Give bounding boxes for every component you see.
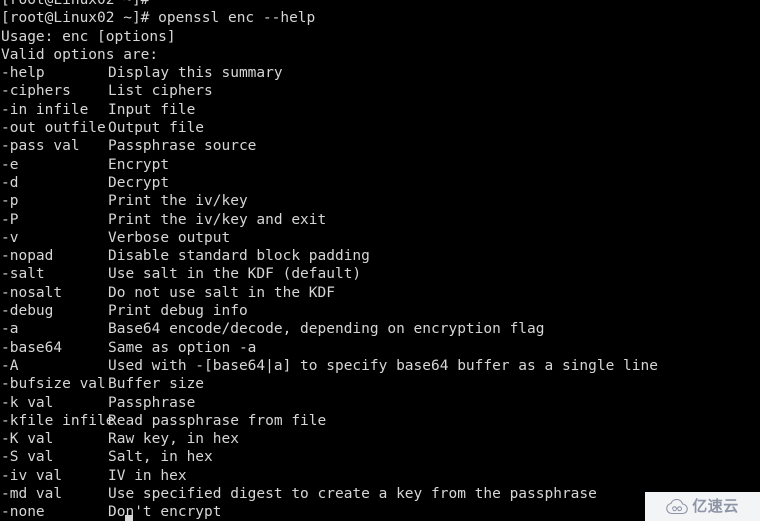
option-description: Input file [108,101,196,118]
option-description: Passphrase source [108,138,257,155]
option-row: -e Encrypt [0,156,760,174]
option-flag: -salt [1,266,45,283]
option-flag: -md val [1,486,63,503]
option-row: -P Print the iv/key and exit [0,211,760,229]
option-row: -in infile Input file [0,101,760,119]
option-description: List ciphers [108,83,213,100]
option-flag: -bufsize val [1,376,106,393]
option-flag: -debug [1,303,54,320]
option-row: -ciphers List ciphers [0,82,760,100]
option-description: Print the iv/key and exit [108,211,327,228]
option-flag: -out outfile [1,120,106,137]
option-description: Print the iv/key [108,193,248,210]
option-row: -pass val Passphrase source [0,137,760,155]
option-description: Display this summary [108,65,283,82]
option-row: -S val Salt, in hex [0,448,760,466]
option-description: Buffer size [108,376,205,393]
option-description: Disable standard block padding [108,248,370,265]
option-row: -kfile infileRead passphrase from file [0,412,760,430]
option-description: Print debug info [108,303,248,320]
option-description: Output file [108,120,205,137]
option-flag: -K val [1,431,54,448]
option-row: -salt Use salt in the KDF (default) [0,265,760,283]
option-flag: -v [1,229,19,246]
option-description: Decrypt [108,174,170,191]
option-flag: -iv val [1,467,63,484]
option-description: Passphrase [108,394,196,411]
option-row: -p Print the iv/key [0,192,760,210]
option-row: -bufsize val Buffer size [0,375,760,393]
terminal-line-valid-options: Valid options are: [1,46,159,63]
terminal-cursor [125,515,133,521]
option-row: -a Base64 encode/decode, depending on enc… [0,320,760,338]
option-description: Do not use salt in the KDF [108,284,335,301]
option-flag: -k val [1,394,54,411]
option-description: IV in hex [108,467,187,484]
option-flag: -kfile infile [1,412,115,429]
option-row: -nopad Disable standard block padding [0,247,760,265]
option-flag: -p [1,193,19,210]
option-flag: -P [1,211,19,228]
option-row: -v Verbose output [0,229,760,247]
option-description: Read passphrase from file [108,412,327,429]
option-row: -out outfile Output file [0,119,760,137]
terminal-line-command: [root@Linux02 ~]# openssl enc --help [1,10,316,27]
option-flag: -pass val [1,138,80,155]
option-row: -k val Passphrase [0,394,760,412]
option-row: -base64 Same as option -a [0,339,760,357]
option-description: Salt, in hex [108,449,213,466]
cloud-icon [666,498,689,515]
option-row: -K val Raw key, in hex [0,430,760,448]
watermark-badge: 亿速云 [645,492,760,521]
option-description: Raw key, in hex [108,431,239,448]
option-flag: -none [1,504,45,521]
option-flag: -e [1,156,19,173]
option-row: -d Decrypt [0,174,760,192]
option-description: Same as option -a [108,339,257,356]
option-description: Use specified digest to create a key fro… [108,486,597,503]
option-flag: -ciphers [1,83,71,100]
terminal-screenshot: [root@Linux02 ~]# [root@Linux02 ~]# open… [0,0,760,521]
option-flag: -d [1,174,19,191]
option-flag: -S val [1,449,54,466]
option-row: -debug Print debug info [0,302,760,320]
terminal-output: [root@Linux02 ~]# [root@Linux02 ~]# open… [0,0,760,521]
option-row: -nosalt Do not use salt in the KDF [0,284,760,302]
option-flag: -base64 [1,339,63,356]
option-flag: -a [1,321,19,338]
option-description: Use salt in the KDF (default) [108,266,362,283]
option-row: -help Display this summary [0,64,760,82]
option-flag: -help [1,65,45,82]
terminal-line-usage: Usage: enc [options] [1,28,176,45]
option-row: -A Used with -[base64|a] to specify base6… [0,357,760,375]
terminal-window[interactable]: [root@Linux02 ~]# [root@Linux02 ~]# open… [0,0,760,521]
option-description: Verbose output [108,229,231,246]
option-description: Used with -[base64|a] to specify base64 … [108,357,658,374]
terminal-line-prompt-partial: [root@Linux02 ~]# [1,0,150,8]
option-row: -iv val IV in hex [0,467,760,485]
option-flag: -in infile [1,101,89,118]
option-flag: -nopad [1,248,54,265]
option-flag: -nosalt [1,284,63,301]
option-description: Encrypt [108,156,170,173]
option-description: Base64 encode/decode, depending on encry… [108,321,545,338]
option-flag: -A [1,357,19,374]
watermark-text: 亿速云 [692,497,739,515]
